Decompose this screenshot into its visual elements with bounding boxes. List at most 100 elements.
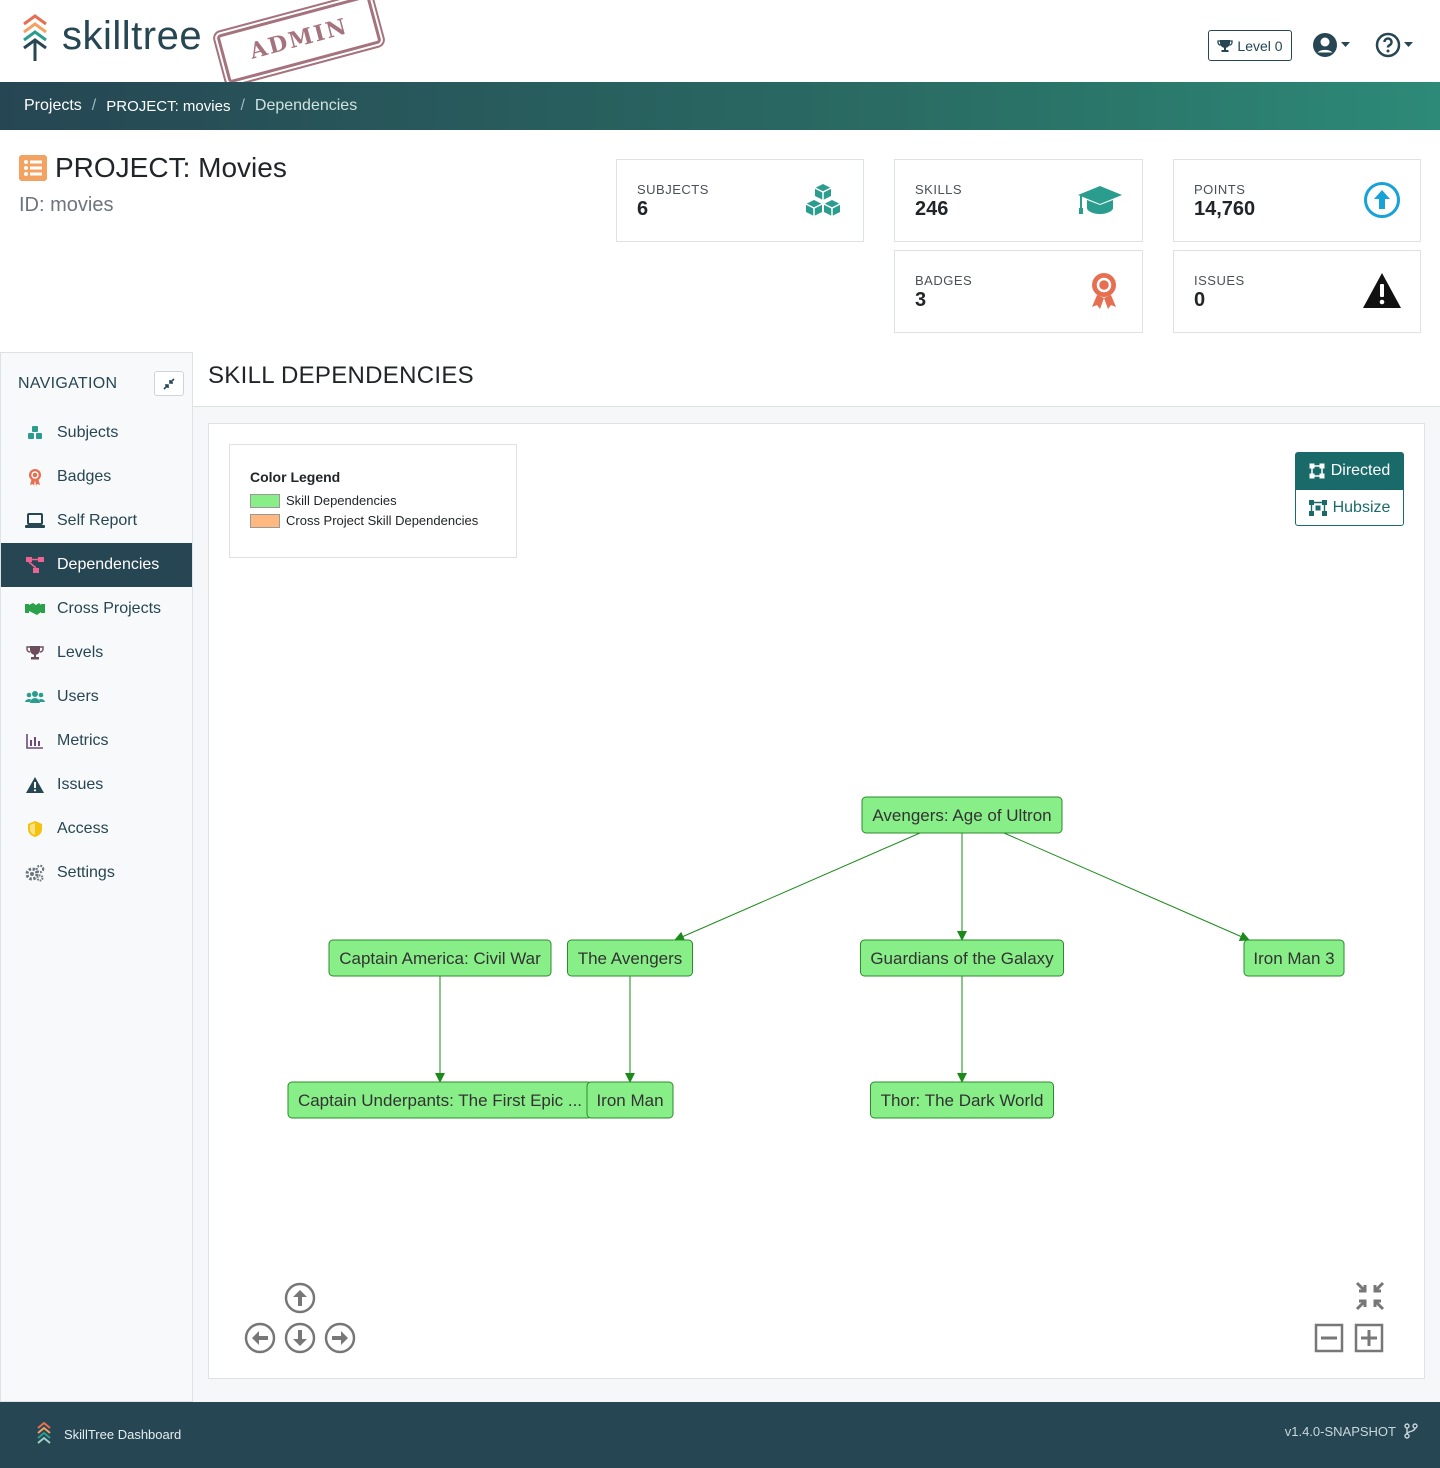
stat-label: SUBJECTS xyxy=(637,182,709,197)
stat-value: 6 xyxy=(637,198,649,220)
help-menu[interactable] xyxy=(1375,30,1413,60)
collapse-nav-button[interactable] xyxy=(154,371,184,396)
stat-value: 3 xyxy=(915,289,927,311)
network-wired-icon xyxy=(1308,499,1327,516)
sidebar-item-self-report[interactable]: Self Report xyxy=(1,499,192,543)
sidebar-item-users[interactable]: Users xyxy=(1,675,192,719)
sidebar-item-label: Access xyxy=(57,820,109,837)
sidebar-item-label: Metrics xyxy=(57,732,109,749)
breadcrumb: Projects / PROJECT: movies / Dependencie… xyxy=(0,82,1440,130)
stat-card-skills: SKILLS 246 xyxy=(894,159,1143,242)
legend-title: Color Legend xyxy=(250,469,341,485)
user-menu[interactable] xyxy=(1312,30,1350,60)
footer-version: v1.4.0-SNAPSHOT xyxy=(1285,1423,1418,1439)
sidebar-item-label: Users xyxy=(57,688,99,705)
hubsize-label: Hubsize xyxy=(1332,498,1391,516)
color-legend: Color Legend Skill Dependencies Cross Pr… xyxy=(229,444,517,558)
sidebar-item-access[interactable]: Access xyxy=(1,807,192,851)
project-diagram-icon xyxy=(25,555,45,575)
hubsize-layout-button[interactable]: Hubsize xyxy=(1295,489,1404,526)
sidebar-item-metrics[interactable]: Metrics xyxy=(1,719,192,763)
trophy-icon xyxy=(25,643,45,663)
sidebar-item-badges[interactable]: Badges xyxy=(1,455,192,499)
warning-icon xyxy=(25,775,45,795)
project-id: ID: movies xyxy=(19,194,114,216)
pan-right-button[interactable] xyxy=(324,1322,356,1354)
legend-label: Cross Project Skill Dependencies xyxy=(286,513,479,528)
sidebar-item-label: Badges xyxy=(57,468,112,485)
skilltree-logo-icon[interactable] xyxy=(20,14,50,62)
sidebar-item-label: Dependencies xyxy=(57,556,160,573)
legend-item-cross-project: Cross Project Skill Dependencies xyxy=(250,513,478,528)
directed-label: Directed xyxy=(1330,462,1391,479)
sidebar-item-dependencies[interactable]: Dependencies xyxy=(1,543,192,587)
section-title: SKILL DEPENDENCIES xyxy=(208,362,474,389)
code-branch-icon xyxy=(1404,1423,1418,1439)
skilltree-logo-icon xyxy=(37,1422,51,1444)
award-icon xyxy=(25,467,45,487)
legend-swatch xyxy=(250,513,280,528)
sidebar-item-label: Cross Projects xyxy=(57,600,162,617)
page-title: PROJECT: Movies xyxy=(55,152,287,183)
legend-label: Skill Dependencies xyxy=(286,493,397,508)
breadcrumb-project[interactable]: PROJECT: movies xyxy=(106,98,230,115)
warning-icon xyxy=(1363,273,1401,308)
top-header: skilltree ADMIN Level 0 xyxy=(0,0,1440,91)
sidebar-item-cross-projects[interactable]: Cross Projects xyxy=(1,587,192,631)
stat-card-badges: BADGES 3 xyxy=(894,250,1143,333)
sidebar-navigation: NAVIGATION Subjects Badges Self Report D… xyxy=(0,352,193,1402)
stat-card-issues: ISSUES 0 xyxy=(1173,250,1421,333)
stat-value: 14,760 xyxy=(1194,198,1256,220)
pan-left-button[interactable] xyxy=(244,1322,276,1354)
sidebar-item-issues[interactable]: Issues xyxy=(1,763,192,807)
stat-label: SKILLS xyxy=(915,182,963,197)
shield-icon xyxy=(25,819,45,839)
pan-up-button[interactable] xyxy=(284,1282,316,1314)
dependency-graph-card xyxy=(208,423,1425,1379)
admin-stamp: ADMIN xyxy=(212,0,386,91)
sidebar-item-label: Levels xyxy=(57,644,104,661)
stat-label: ISSUES xyxy=(1194,273,1245,288)
directed-layout-button[interactable]: Directed xyxy=(1295,452,1404,490)
list-alt-icon xyxy=(19,155,47,181)
brand-name[interactable]: skilltree xyxy=(62,14,202,59)
zoom-out-button[interactable] xyxy=(1314,1323,1344,1353)
stat-label: POINTS xyxy=(1194,182,1246,197)
stat-value: 0 xyxy=(1194,289,1206,311)
stat-card-subjects: SUBJECTS 6 xyxy=(616,159,864,242)
cubes-icon xyxy=(25,423,45,443)
vector-square-icon xyxy=(1309,463,1325,479)
breadcrumb-current: Dependencies xyxy=(254,97,358,114)
sidebar-item-label: Settings xyxy=(57,864,115,881)
navigation-title: NAVIGATION xyxy=(18,375,118,392)
fit-view-button[interactable] xyxy=(1354,1280,1386,1312)
zoom-in-button[interactable] xyxy=(1354,1323,1384,1353)
level-label: Level 0 xyxy=(1237,37,1283,54)
sidebar-item-subjects[interactable]: Subjects xyxy=(1,411,192,455)
footer-app-name: SkillTree Dashboard xyxy=(64,1426,182,1442)
level-button[interactable]: Level 0 xyxy=(1208,30,1292,61)
breadcrumb-separator: / xyxy=(240,97,245,114)
breadcrumb-projects[interactable]: Projects xyxy=(24,97,82,115)
version-label: v1.4.0-SNAPSHOT xyxy=(1284,1423,1396,1439)
sidebar-item-levels[interactable]: Levels xyxy=(1,631,192,675)
cogs-icon xyxy=(25,863,45,883)
handshake-icon xyxy=(25,599,45,619)
stat-value: 246 xyxy=(915,198,949,220)
title-divider xyxy=(193,406,1440,407)
users-icon xyxy=(25,687,45,707)
graduation-cap-icon xyxy=(1078,186,1122,214)
laptop-icon xyxy=(25,511,45,531)
sidebar-item-label: Self Report xyxy=(57,512,138,529)
caret-down-icon xyxy=(1404,42,1413,47)
sidebar-item-label: Subjects xyxy=(57,424,119,441)
sidebar-item-label: Issues xyxy=(57,776,104,793)
sidebar-item-settings[interactable]: Settings xyxy=(1,851,192,895)
footer: SkillTree Dashboard v1.4.0-SNAPSHOT xyxy=(0,1402,1440,1468)
cubes-icon xyxy=(805,184,841,216)
user-circle-icon xyxy=(1313,33,1337,57)
compress-arrows-icon xyxy=(163,377,175,390)
stat-label: BADGES xyxy=(915,273,973,288)
pan-down-button[interactable] xyxy=(284,1322,316,1354)
stat-card-points: POINTS 14,760 xyxy=(1173,159,1421,242)
